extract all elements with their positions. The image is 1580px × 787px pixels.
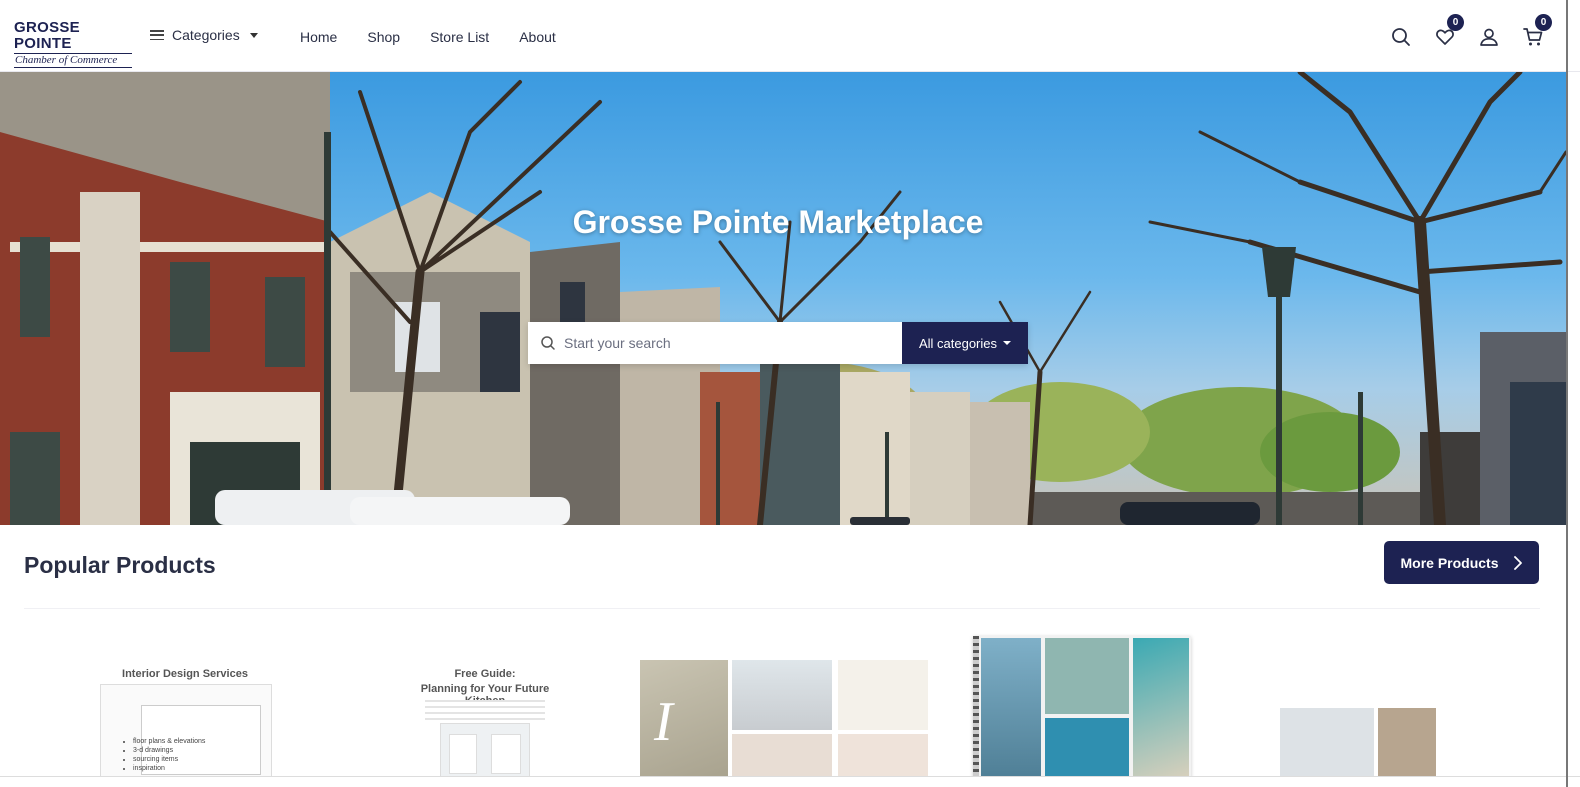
product-image-tile bbox=[838, 734, 928, 780]
product-letter: I bbox=[654, 691, 673, 753]
wishlist-count-badge: 0 bbox=[1447, 14, 1464, 31]
cart-button[interactable]: 0 bbox=[1522, 14, 1552, 48]
nav-home[interactable]: Home bbox=[300, 29, 337, 45]
product-thumbnail bbox=[440, 723, 530, 780]
bullet-item: inspiration bbox=[133, 764, 205, 773]
search-icon bbox=[541, 336, 555, 350]
product-title-line1: Free Guide: bbox=[454, 668, 516, 680]
more-products-button[interactable]: More Products bbox=[1384, 541, 1539, 584]
product-thumbnail bbox=[973, 636, 1191, 780]
hero-street-image bbox=[0, 72, 1566, 525]
product-thumbnail: floor plans & elevations 3-d drawings so… bbox=[100, 684, 272, 780]
bullet-item: 3-d drawings bbox=[133, 746, 205, 755]
product-image-tile bbox=[1280, 708, 1374, 780]
product-image-tile bbox=[981, 638, 1041, 778]
section-title: Popular Products bbox=[24, 552, 216, 578]
search-field-wrap bbox=[528, 322, 902, 364]
account-icon[interactable] bbox=[1478, 26, 1500, 48]
spiral-binding bbox=[973, 636, 979, 780]
hero-banner: Grosse Pointe Marketplace All categories bbox=[0, 72, 1566, 525]
product-image-tile bbox=[732, 734, 832, 780]
page-bottom-edge bbox=[0, 776, 1580, 787]
nav-store-list[interactable]: Store List bbox=[430, 29, 489, 45]
nav-about[interactable]: About bbox=[519, 29, 556, 45]
product-bullets: floor plans & elevations 3-d drawings so… bbox=[101, 737, 205, 773]
bullet-item: sourcing items bbox=[133, 755, 205, 764]
nav-shop[interactable]: Shop bbox=[367, 29, 400, 45]
product-card[interactable]: Interior Design Services floor plans & e… bbox=[95, 620, 285, 780]
product-image-tile bbox=[1045, 718, 1129, 778]
chevron-right-icon bbox=[1513, 555, 1522, 570]
product-card[interactable]: I bbox=[640, 620, 930, 780]
chevron-down-icon bbox=[1003, 341, 1012, 345]
search-icon[interactable] bbox=[1390, 26, 1412, 48]
logo-title: GROSSE POINTE bbox=[14, 19, 80, 52]
section-divider bbox=[24, 608, 1540, 609]
hero-search-bar: All categories bbox=[528, 322, 1028, 364]
product-list: Interior Design Services floor plans & e… bbox=[0, 620, 1580, 780]
header-actions: 0 0 bbox=[1390, 14, 1552, 48]
product-card[interactable]: Free Guide: Planning for Your Future Kit… bbox=[405, 620, 565, 780]
hamburger-icon bbox=[150, 30, 164, 40]
window-right-edge bbox=[1566, 0, 1568, 787]
product-card[interactable] bbox=[973, 620, 1191, 780]
product-image-tile bbox=[1045, 638, 1129, 714]
search-input[interactable] bbox=[564, 335, 884, 351]
site-logo[interactable]: GROSSE POINTE Chamber of Commerce bbox=[14, 20, 132, 68]
bullet-item: floor plans & elevations bbox=[133, 737, 205, 746]
product-card[interactable] bbox=[1278, 620, 1440, 780]
chevron-down-icon bbox=[249, 32, 258, 38]
category-select-label: All categories bbox=[918, 335, 998, 351]
product-image-tile bbox=[1378, 708, 1436, 780]
categories-menu-button[interactable]: Categories bbox=[150, 27, 258, 43]
logo-subtitle: Chamber of Commerce bbox=[14, 53, 132, 68]
cart-count-badge: 0 bbox=[1535, 14, 1552, 31]
main-nav: Home Shop Store List About bbox=[300, 29, 556, 45]
product-image-tile bbox=[1133, 638, 1189, 778]
product-title: Interior Design Services bbox=[122, 668, 248, 680]
site-header: GROSSE POINTE Chamber of Commerce Catego… bbox=[0, 0, 1580, 72]
product-image-tile bbox=[732, 660, 832, 730]
categories-label: Categories bbox=[172, 27, 240, 43]
product-thumbnail: I bbox=[640, 660, 728, 780]
hero-title: Grosse Pointe Marketplace bbox=[572, 204, 984, 240]
product-description-lines bbox=[425, 700, 545, 720]
category-select[interactable]: All categories bbox=[902, 322, 1028, 364]
wishlist-button[interactable]: 0 bbox=[1434, 14, 1464, 48]
more-products-label: More Products bbox=[1400, 554, 1499, 571]
product-image-tile bbox=[838, 660, 928, 730]
